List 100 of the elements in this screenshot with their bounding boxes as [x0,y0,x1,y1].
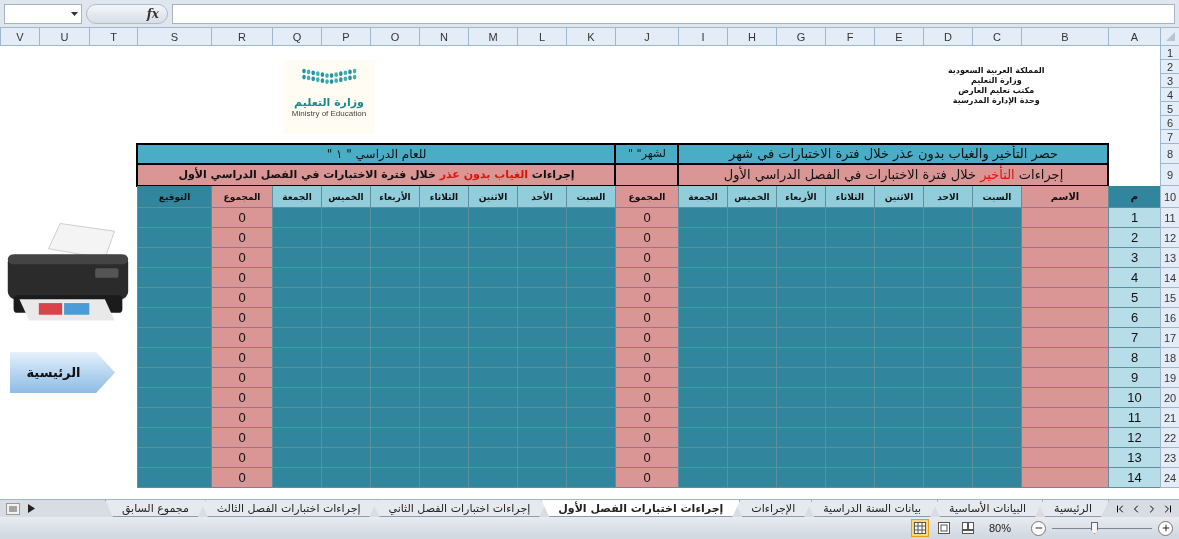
plus-icon [1160,523,1171,533]
row-number: 8 [1160,144,1179,164]
table-cell [272,348,321,368]
table-cell [874,268,923,288]
table-cell: 0 [211,328,272,348]
last-icon [1162,502,1174,515]
table-cell [923,248,972,268]
sheet-tab[interactable]: إجراءات اختبارات الفصل الأول [541,500,741,517]
logo-subtitle: Ministry of Education [291,109,367,118]
table-cell [468,208,517,228]
home-button[interactable]: الرئيسية [10,352,115,393]
table-cell [825,248,874,268]
insert-function-button[interactable]: fx [86,3,168,24]
table-cell [776,408,825,428]
table-cell [874,228,923,248]
table-cell [272,448,321,468]
table-cell: 0 [211,288,272,308]
table-cell [370,288,419,308]
table-cell: 7 [1108,328,1160,348]
view-button[interactable] [910,519,929,537]
table-cell [923,268,972,288]
table-cell [678,448,727,468]
table-cell [874,328,923,348]
table-cell [776,208,825,228]
table-cell [678,228,727,248]
table-cell: 0 [615,308,678,328]
table-cell [517,328,566,348]
table-cell [370,468,419,488]
table-cell [923,428,972,448]
formula-input[interactable] [172,3,1175,24]
section-title: إجراءات الغياب بدون عذر خلال فترة الاختبارات في الفصل الدراسي الأول [137,164,615,186]
table-cell [566,428,615,448]
table-cell [272,328,321,348]
table-cell [272,208,321,228]
table-cell [776,388,825,408]
table-cell [923,208,972,228]
table-cell [825,308,874,328]
table-cell [468,348,517,368]
table-cell [517,348,566,368]
zoom-slider[interactable] [1052,522,1152,534]
zoom-out-button[interactable] [1031,520,1046,536]
play-icon [27,504,35,513]
table-cell [972,408,1021,428]
table-cell [419,468,468,488]
table-cell: 3 [1108,248,1160,268]
table-cell: 0 [615,268,678,288]
table-cell [468,248,517,268]
table-cell [615,164,678,186]
section-title: إجراءات التأخير خلال فترة الاختبارات في الفصل الدراسي الأول [678,164,1108,186]
table-cell [566,468,615,488]
table-cell [776,228,825,248]
letterhead-line: وحدة الإدارة المدرسية [952,96,1040,105]
table-cell [566,448,615,468]
table-cell [468,388,517,408]
table-cell [923,348,972,368]
table-cell [566,228,615,248]
column-header: G [776,28,825,45]
table-cell: 4 [1108,268,1160,288]
table-cell [776,428,825,448]
table-cell [517,448,566,468]
table-cell [566,208,615,228]
table-cell: 0 [615,428,678,448]
table-cell: 0 [615,348,678,368]
table-cell [825,448,874,468]
table-cell [321,448,370,468]
table-cell [972,348,1021,368]
table-cell [272,248,321,268]
column-heading: السبت [566,186,615,208]
table-cell: 0 [615,248,678,268]
table-cell [972,428,1021,448]
table-cell [370,268,419,288]
table-cell [923,228,972,248]
table-cell [468,448,517,468]
slider-thumb[interactable] [1091,522,1098,534]
row-number: 7 [1160,130,1179,144]
row-number: 11 [1160,208,1179,228]
row-number: 5 [1160,102,1179,116]
table-cell: 13 [1108,448,1160,468]
table-cell [419,368,468,388]
table-cell [517,368,566,388]
row-number: 6 [1160,116,1179,130]
column-heading: التوقيع [137,186,211,208]
table-cell [874,408,923,428]
row-number: 19 [1160,368,1179,388]
table-cell [321,388,370,408]
column-header: D [923,28,972,45]
column-heading: الاثنين [874,186,923,208]
sheet-tab[interactable]: مجموع السابق [104,500,206,517]
table-cell [468,308,517,328]
table-cell [370,368,419,388]
column-heading: الأربعاء [370,186,419,208]
row-number: 17 [1160,328,1179,348]
table-cell [874,308,923,328]
table-cell [972,308,1021,328]
row-number: 9 [1160,164,1179,186]
table-cell [727,328,776,348]
table-cell [468,268,517,288]
table-cell [272,368,321,388]
column-heading: الأحد [517,186,566,208]
table-cell [419,248,468,268]
